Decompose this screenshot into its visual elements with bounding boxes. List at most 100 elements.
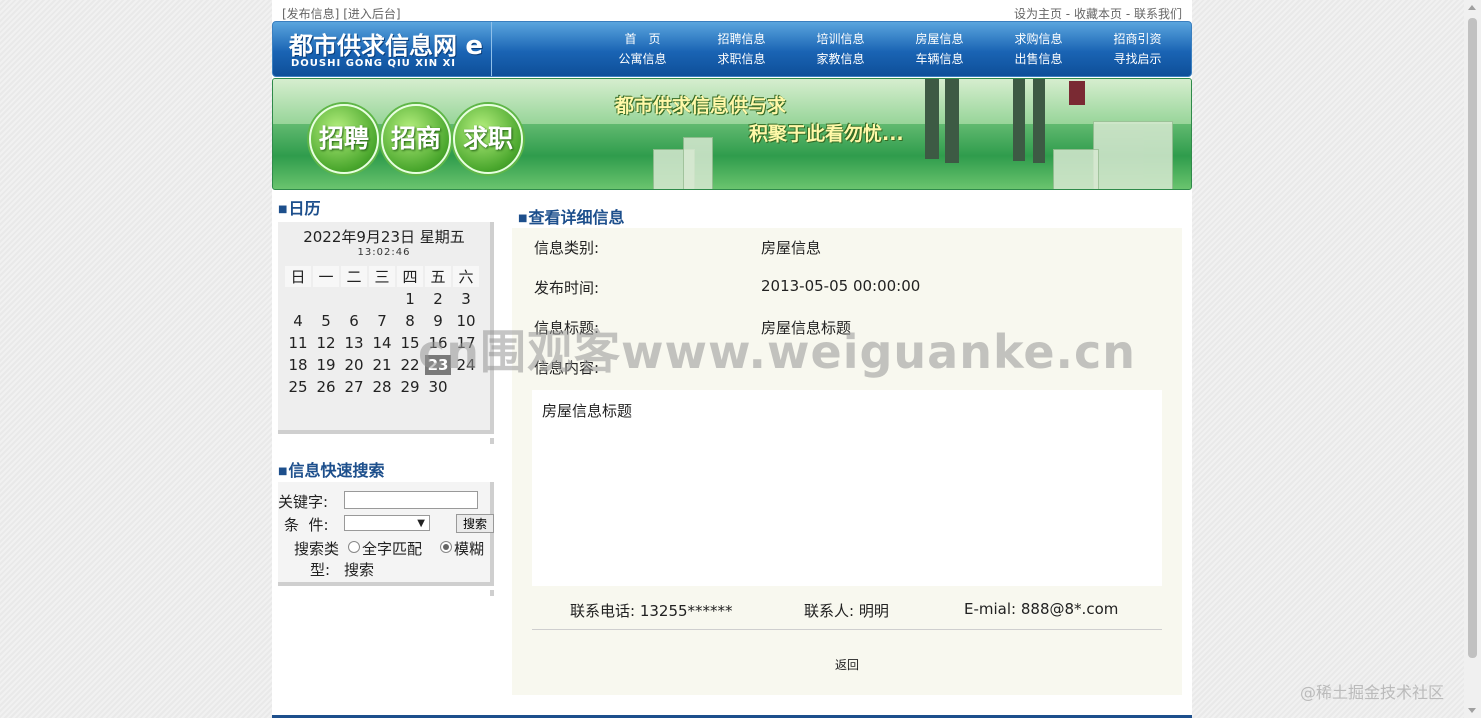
- nav-item[interactable]: 出售信息: [989, 50, 1088, 70]
- calendar-day[interactable]: 4: [285, 311, 311, 331]
- calendar-week-row: 123: [285, 289, 479, 309]
- detail-panel: 信息类别: 房屋信息 发布时间: 2013-05-05 00:00:00 信息标…: [512, 228, 1182, 695]
- admin-link[interactable]: [进入后台]: [343, 7, 400, 21]
- banner-figure: [925, 79, 939, 159]
- nav-item[interactable]: 培训信息: [791, 30, 890, 50]
- scroll-thumb[interactable]: [1468, 18, 1477, 658]
- calendar-time: 13:02:46: [357, 247, 411, 258]
- nav-item[interactable]: 车辆信息: [890, 50, 989, 70]
- exact-match-label: 全字匹配: [362, 540, 423, 558]
- calendar-day[interactable]: 19: [313, 355, 339, 375]
- scroll-up-icon[interactable]: [1468, 5, 1476, 10]
- calendar-day[interactable]: 27: [341, 377, 367, 397]
- contact-person-value: 明明: [858, 602, 889, 620]
- sidebar-divider: [278, 590, 494, 596]
- contact-person: 联系人: 明明: [804, 600, 889, 621]
- calendar-day[interactable]: 12: [313, 333, 339, 353]
- calendar-day[interactable]: 11: [285, 333, 311, 353]
- search-title: ■信息快速搜索: [278, 460, 498, 482]
- calendar-day[interactable]: 3: [453, 289, 479, 309]
- keyword-input[interactable]: [344, 491, 478, 509]
- calendar-day[interactable]: 6: [341, 311, 367, 331]
- nav-item[interactable]: 房屋信息: [890, 30, 989, 50]
- calendar-title: ■日历: [278, 198, 498, 220]
- back-link[interactable]: 返回: [835, 656, 859, 673]
- banner-building: [1053, 149, 1099, 189]
- calendar-day[interactable]: 21: [369, 355, 395, 375]
- banner-figure: [1013, 79, 1025, 161]
- nav-item[interactable]: 求职信息: [692, 50, 791, 70]
- condition-select[interactable]: ▼: [344, 515, 430, 531]
- calendar-weekday: 一: [313, 266, 339, 287]
- calendar-weekday: 三: [369, 266, 395, 287]
- contact-person-label: 联系人:: [804, 602, 855, 620]
- separator: -: [1065, 7, 1071, 21]
- calendar-day[interactable]: 25: [285, 377, 311, 397]
- nav-row-2: 公寓信息 求职信息 家教信息 车辆信息 出售信息 寻找启示: [593, 50, 1191, 70]
- calendar-date: 2022年9月23日 星期五: [303, 228, 465, 246]
- calendar-day[interactable]: 7: [369, 311, 395, 331]
- calendar-day[interactable]: 1: [397, 289, 423, 309]
- sidebar-divider: [278, 438, 494, 444]
- site-header: 都市供求信息网 e DOUSHI GONG QIU XIN XI 首 页招聘信息…: [272, 21, 1192, 77]
- nav-item[interactable]: 家教信息: [791, 50, 890, 70]
- separator: -: [1125, 7, 1131, 21]
- fuzzy-search-radio[interactable]: [440, 541, 452, 553]
- nav-item[interactable]: 招商引资: [1088, 30, 1187, 50]
- square-bullet-icon: ■: [278, 204, 288, 215]
- vertical-scrollbar[interactable]: [1464, 0, 1481, 718]
- sidebar: ■日历 2022年9月23日 星期五 13:02:46 日一二三四五六12345…: [278, 198, 498, 596]
- fuzzy-search-option[interactable]: 模糊: [440, 538, 484, 559]
- search-button[interactable]: 搜索: [456, 514, 494, 533]
- scroll-down-icon[interactable]: [1468, 708, 1476, 713]
- banner-building: [1093, 121, 1173, 189]
- logo-title-text: 都市供求信息网: [289, 32, 457, 60]
- main-nav: 首 页招聘信息 培训信息 房屋信息 求购信息 招商引资 公寓信息 求职信息 家教信息 车辆信息…: [593, 30, 1191, 70]
- contact-email: E-mial: 888@8*.com: [964, 600, 1118, 618]
- info-type-value: 房屋信息: [761, 239, 822, 257]
- search-type-label-cont: 型:: [310, 561, 331, 579]
- top-bar-left: [发布信息] [进入后台]: [282, 5, 401, 22]
- site-logo[interactable]: 都市供求信息网 e DOUSHI GONG QIU XIN XI: [273, 22, 492, 76]
- set-home-link[interactable]: 设为主页: [1014, 7, 1062, 21]
- calendar-day[interactable]: 14: [369, 333, 395, 353]
- publish-time-label: 发布时间:: [534, 279, 600, 297]
- nav-item[interactable]: 招聘信息: [692, 30, 791, 50]
- logo-letter: e: [465, 31, 483, 61]
- calendar-day: [285, 289, 311, 309]
- calendar-weekday: 四: [397, 266, 423, 287]
- nav-row-1: 首 页招聘信息 培训信息 房屋信息 求购信息 招商引资: [593, 30, 1191, 50]
- calendar-weekday: 五: [425, 266, 451, 287]
- detail-title-text: 查看详细信息: [528, 208, 625, 227]
- publish-info-link[interactable]: [发布信息]: [282, 7, 339, 21]
- nav-item[interactable]: 首 页: [593, 30, 692, 50]
- fuzzy-search-label: 模糊: [454, 540, 485, 558]
- info-content-box: 房屋信息标题: [532, 390, 1162, 586]
- favorite-link[interactable]: 收藏本页: [1074, 7, 1122, 21]
- calendar-day[interactable]: 20: [341, 355, 367, 375]
- calendar-day[interactable]: 13: [341, 333, 367, 353]
- exact-match-radio[interactable]: [348, 541, 360, 553]
- publish-time-value: 2013-05-05 00:00:00: [761, 277, 921, 295]
- calendar-day[interactable]: 26: [313, 377, 339, 397]
- detail-title: ■查看详细信息: [518, 204, 624, 228]
- top-bar-right: 设为主页 - 收藏本页 - 联系我们: [1014, 5, 1182, 22]
- info-type-label: 信息类别:: [534, 239, 600, 257]
- quick-search-panel: 关键字: 条 件: ▼ 搜索 搜索类 型: 全字匹配 模糊 搜索: [278, 482, 494, 586]
- calendar-day[interactable]: 28: [369, 377, 395, 397]
- calendar-day[interactable]: 2: [425, 289, 451, 309]
- square-bullet-icon: ■: [278, 466, 288, 477]
- calendar-day[interactable]: 18: [285, 355, 311, 375]
- banner-circle-jobseek[interactable]: 求职: [453, 104, 523, 174]
- banner-circle-business[interactable]: 招商: [381, 104, 451, 174]
- nav-item[interactable]: 求购信息: [989, 30, 1088, 50]
- nav-item[interactable]: 寻找启示: [1088, 50, 1187, 70]
- exact-match-option[interactable]: 全字匹配: [348, 538, 422, 559]
- search-title-text: 信息快速搜索: [288, 461, 385, 480]
- calendar-day[interactable]: 5: [313, 311, 339, 331]
- banner-circle-recruit[interactable]: 招聘: [309, 104, 379, 174]
- nav-item[interactable]: 公寓信息: [593, 50, 692, 70]
- calendar-day: [313, 289, 339, 309]
- contact-us-link[interactable]: 联系我们: [1134, 7, 1182, 21]
- banner-figure: [1033, 79, 1045, 163]
